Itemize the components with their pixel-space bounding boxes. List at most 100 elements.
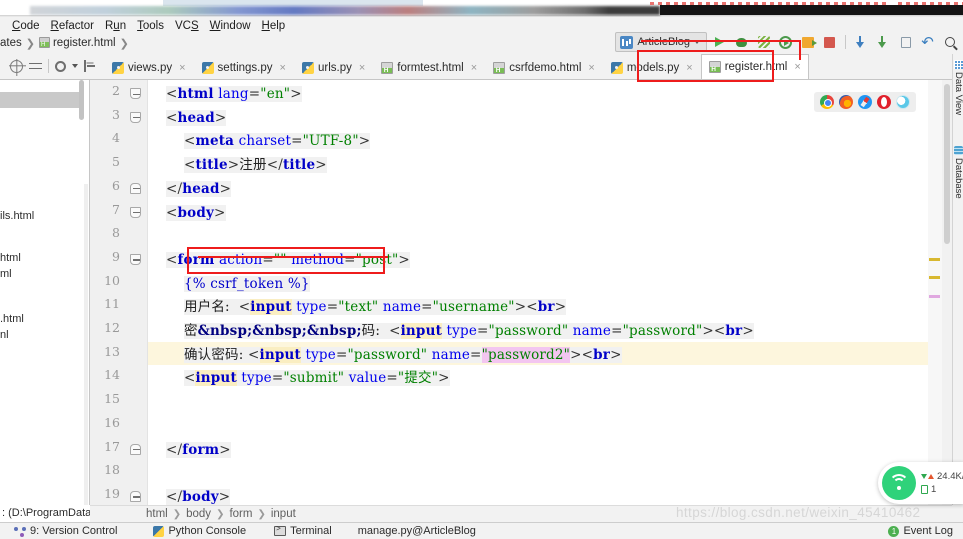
profile-button[interactable]: [754, 33, 773, 52]
editor-marker-strip[interactable]: [928, 80, 942, 505]
breadcrumb-html[interactable]: html: [146, 508, 168, 520]
menu-item-window[interactable]: Window: [210, 20, 251, 32]
project-entry-3[interactable]: .html: [0, 313, 24, 325]
project-entry-0[interactable]: ils.html: [0, 210, 34, 222]
editor-vertical-scrollbar[interactable]: [942, 80, 952, 505]
fold-toggle[interactable]: [130, 182, 141, 194]
scrollbar-thumb[interactable]: [944, 84, 950, 244]
status-manage-py[interactable]: manage.py@ArticleBlog: [358, 525, 476, 537]
menu-item-vcs[interactable]: VCS: [175, 20, 199, 32]
project-entry-2[interactable]: ml: [0, 268, 12, 280]
close-icon[interactable]: ×: [179, 62, 185, 74]
occurrence-marker[interactable]: [929, 295, 940, 298]
line-number: 11: [104, 296, 120, 312]
run-configuration-selector[interactable]: ArticleBlog: [615, 32, 707, 52]
compare-button[interactable]: [896, 33, 915, 52]
edge-icon[interactable]: [896, 95, 910, 109]
search-everywhere-button[interactable]: [940, 33, 959, 52]
fold-toggle[interactable]: [130, 88, 141, 99]
coverage-icon: [779, 35, 792, 49]
code-line[interactable]: 确认密码: <input type="password" name="passw…: [148, 344, 622, 368]
collapse-all-icon[interactable]: [29, 60, 42, 73]
close-icon[interactable]: ×: [794, 61, 800, 73]
warning-marker-2[interactable]: [929, 276, 940, 279]
menu-item-code[interactable]: Code: [12, 20, 40, 32]
project-scrollbar[interactable]: [79, 80, 84, 120]
update-project-button[interactable]: [852, 33, 871, 52]
nav-crumb-templates[interactable]: ates: [0, 37, 22, 49]
fold-icon: [130, 443, 141, 455]
hide-panel-icon[interactable]: [84, 60, 96, 72]
fold-toggle[interactable]: [130, 111, 141, 123]
project-selected-row[interactable]: [0, 92, 84, 108]
safari-icon[interactable]: [858, 95, 872, 109]
network-speed-widget[interactable]: 24.4K/s 1: [878, 462, 963, 504]
code-editor[interactable]: 2 3 4 5 6 7 8 9 10 11 12 13 14 15 16 17 18 19 <html lang=…: [90, 80, 928, 505]
breadcrumb-body[interactable]: body: [186, 508, 211, 520]
status-python-console[interactable]: Python Console: [153, 525, 246, 537]
code-line[interactable]: <html lang="en">: [148, 83, 302, 107]
code-line[interactable]: <input type="submit" value="提交">: [148, 367, 450, 391]
code-line[interactable]: <head>: [148, 107, 227, 131]
run-button[interactable]: [710, 33, 729, 52]
firefox-icon[interactable]: [839, 95, 853, 109]
breadcrumb-form[interactable]: form: [229, 508, 252, 520]
gear-icon[interactable]: [55, 60, 66, 72]
fold-toggle[interactable]: [130, 206, 141, 218]
menu-item-tools[interactable]: Tools: [137, 20, 164, 32]
editor-tab-csrfdemo-html[interactable]: csrfdemo.html ×: [485, 55, 603, 79]
code-line[interactable]: </head>: [148, 178, 232, 202]
close-icon[interactable]: ×: [280, 62, 286, 74]
menu-item-run[interactable]: Run: [105, 20, 126, 32]
code-line[interactable]: <body>: [148, 202, 226, 226]
close-icon[interactable]: ×: [686, 62, 692, 74]
editor-tab-views-py[interactable]: views.py ×: [104, 55, 194, 79]
code-line[interactable]: {% csrf_token %}: [148, 273, 310, 297]
chrome-icon[interactable]: [820, 95, 834, 109]
scroll-from-source-icon[interactable]: [10, 59, 23, 73]
fold-toggle[interactable]: [130, 443, 141, 455]
tool-window-database[interactable]: Database: [953, 158, 963, 199]
warning-marker-1[interactable]: [929, 258, 940, 261]
code-line[interactable]: </form>: [148, 439, 231, 463]
editor-tab-formtest-html[interactable]: formtest.html ×: [373, 55, 485, 79]
close-icon[interactable]: ×: [359, 62, 365, 74]
debug-button[interactable]: [732, 33, 751, 52]
editor-tab-models-py[interactable]: models.py ×: [603, 55, 701, 79]
code-line[interactable]: 密&nbsp;&nbsp;&nbsp;码: <input type="passw…: [148, 320, 754, 344]
code-text-area[interactable]: <html lang="en"> <head> <meta charset="U…: [148, 80, 928, 505]
editor-tab-settings-py[interactable]: settings.py ×: [194, 55, 294, 79]
code-line[interactable]: 用户名: <input type="text" name="username">…: [148, 296, 567, 320]
editor-gutter[interactable]: 2 3 4 5 6 7 8 9 10 11 12 13 14 15 16 17 18 19: [90, 80, 148, 505]
nav-crumb-register[interactable]: register.html: [38, 37, 116, 49]
status-event-log[interactable]: Event Log: [888, 525, 953, 537]
database-icon[interactable]: [954, 146, 963, 155]
project-entry-4[interactable]: nl: [0, 329, 9, 341]
stop-button[interactable]: [820, 33, 839, 52]
code-token: 密: [183, 323, 198, 339]
fold-toggle[interactable]: [130, 253, 141, 265]
close-icon[interactable]: ×: [588, 62, 594, 74]
code-line[interactable]: </body>: [148, 486, 231, 505]
data-view-icon[interactable]: [954, 60, 963, 69]
rollback-button[interactable]: ↶: [918, 33, 937, 52]
status-version-control[interactable]: 9: Version Control: [14, 525, 117, 537]
editor-tab-urls-py[interactable]: urls.py ×: [294, 55, 373, 79]
fold-toggle[interactable]: [130, 490, 141, 502]
coverage-button[interactable]: [776, 33, 795, 52]
commit-button[interactable]: [874, 33, 893, 52]
code-line[interactable]: <form action="" method="post">: [148, 249, 410, 273]
close-icon[interactable]: ×: [471, 62, 477, 74]
code-line[interactable]: <meta charset="UTF-8">: [148, 130, 371, 154]
menu-item-help[interactable]: Help: [262, 20, 286, 32]
breadcrumb-input[interactable]: input: [271, 508, 296, 520]
menu-item-refactor[interactable]: Refactor: [51, 20, 94, 32]
editor-tab-register-html[interactable]: register.html ×: [700, 54, 809, 79]
project-panel[interactable]: ils.html html ml .html nl: [0, 80, 90, 505]
code-line[interactable]: <title>注册</title>: [148, 154, 327, 178]
tool-window-data-view[interactable]: Data View: [953, 72, 963, 115]
opera-icon[interactable]: [877, 95, 891, 109]
status-terminal[interactable]: Terminal: [274, 524, 332, 537]
code-token: &nbsp;&nbsp;&nbsp;: [197, 323, 362, 339]
project-entry-1[interactable]: html: [0, 252, 21, 264]
